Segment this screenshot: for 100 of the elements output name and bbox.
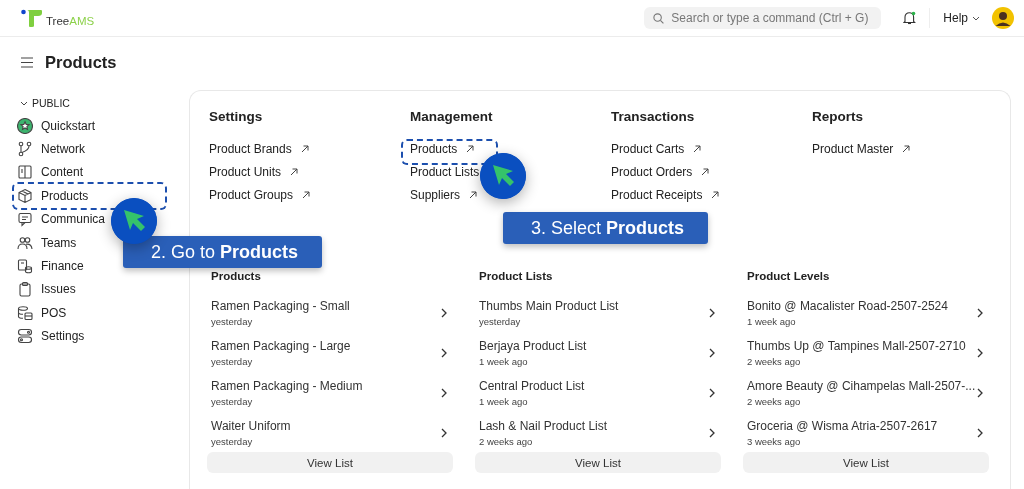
chat-icon (17, 211, 33, 228)
list-heading: Product Lists (479, 270, 554, 282)
menu-link[interactable]: Product Receipts (611, 187, 703, 202)
chevron-right-icon (709, 348, 715, 358)
cursor-pointer-icon (111, 198, 157, 244)
external-link-icon (469, 190, 478, 199)
list-heading: Product Levels (747, 270, 831, 282)
chevron-right-icon (977, 388, 983, 398)
list-item[interactable]: Amore Beauty @ Cihampelas Mall-2507-... 2 weeks ago (743, 373, 989, 413)
people-icon (17, 234, 33, 251)
sidebar-item[interactable]: Settings (41, 329, 85, 344)
list-item[interactable]: Ramen Packaging - Small yesterday (207, 293, 453, 333)
list-item[interactable]: Ramen Packaging - Large yesterday (207, 333, 453, 373)
item-time: yesterday (211, 316, 254, 327)
item-time: yesterday (211, 436, 254, 447)
item-time: yesterday (211, 356, 254, 367)
chevron-right-icon (709, 428, 715, 438)
menu-link[interactable]: Product Orders (611, 164, 693, 179)
view-list-button[interactable]: View List (743, 452, 989, 473)
item-name: Thumbs Main Product List (479, 299, 620, 313)
chevron-right-icon (441, 308, 447, 318)
menu-link[interactable]: Products (410, 141, 458, 156)
chevron-right-icon (709, 388, 715, 398)
external-link-icon (302, 190, 311, 199)
sidebar-item[interactable]: Teams (41, 235, 77, 250)
box-icon (17, 187, 33, 204)
external-link-icon (290, 167, 299, 176)
sidebar-item[interactable]: Network (41, 142, 85, 157)
menu-link[interactable]: Product Carts (611, 141, 685, 156)
list-item[interactable]: Ramen Packaging - Medium yesterday (207, 373, 453, 413)
clipboard-icon (17, 281, 33, 298)
search-field[interactable]: Search or type a command (Ctrl + G) (644, 7, 882, 29)
item-name: Bonito @ Macalister Road-2507-2524 (747, 299, 949, 313)
page-title: Products (45, 52, 117, 72)
menu-icon[interactable] (21, 56, 33, 68)
star-badge-icon (17, 117, 33, 134)
external-link-icon (711, 190, 720, 199)
view-list-button[interactable]: View List (475, 452, 721, 473)
finance-icon (17, 258, 33, 275)
item-name: Lash & Nail Product List (479, 419, 609, 433)
section-heading: Management (410, 109, 494, 124)
sidebar-item[interactable]: Communica (41, 212, 106, 227)
notification-bell-icon[interactable] (903, 11, 917, 25)
section-heading: Settings (209, 109, 264, 124)
list-item[interactable]: Central Product List 1 week ago (475, 373, 721, 413)
item-name: Waiter Uniform (211, 419, 292, 433)
item-name: Thumbs Up @ Tampines Mall-2507-2710 (747, 339, 967, 353)
list-item[interactable]: Waiter Uniform yesterday (207, 413, 453, 453)
item-name: Ramen Packaging - Small (211, 299, 351, 313)
item-name: Ramen Packaging - Medium (211, 379, 364, 393)
sidebar-item[interactable]: Products (41, 188, 89, 203)
sidebar-item[interactable]: Quickstart (41, 118, 95, 133)
list-item[interactable]: Bonito @ Macalister Road-2507-2524 1 week ago (743, 293, 989, 333)
branch-icon (17, 141, 33, 158)
step-callout: 3. Select Products (503, 212, 709, 244)
list-item[interactable]: Thumbs Up @ Tampines Mall-2507-2710 2 weeks ago (743, 333, 989, 373)
list-item[interactable]: Thumbs Main Product List yesterday (475, 293, 721, 333)
user-avatar[interactable] (992, 7, 1014, 29)
menu-link[interactable]: Product Groups (209, 187, 294, 202)
step-callout: 2. Go to Products (123, 236, 323, 268)
item-name: Central Product List (479, 379, 586, 393)
sidebar-item[interactable]: Issues (41, 282, 76, 297)
list-item[interactable]: Berjaya Product List 1 week ago (475, 333, 721, 373)
search-icon (653, 12, 665, 24)
item-time: 2 weeks ago (747, 356, 802, 367)
item-time: 1 week ago (479, 396, 529, 407)
list-item[interactable]: Lash & Nail Product List 2 weeks ago (475, 413, 721, 453)
item-name: Amore Beauty @ Cihampelas Mall-2507-... (747, 379, 977, 393)
sidebar-item[interactable]: POS (41, 305, 67, 320)
chevron-down-icon (972, 15, 980, 21)
menu-link[interactable]: Product Brands (209, 141, 292, 156)
toggles-icon (17, 328, 33, 345)
sidebar-item[interactable]: Finance (41, 259, 84, 274)
chevron-right-icon (977, 348, 983, 358)
section-toggle[interactable]: PUBLIC (20, 97, 70, 109)
view-list-button[interactable]: View List (207, 452, 453, 473)
chevron-right-icon (441, 428, 447, 438)
item-time: yesterday (479, 316, 522, 327)
menu-link[interactable]: Suppliers (410, 187, 461, 202)
external-link-icon (693, 144, 702, 153)
list-item[interactable]: Groceria @ Wisma Atria-2507-2617 3 weeks ago (743, 413, 989, 453)
item-time: 2 weeks ago (479, 436, 534, 447)
chevron-right-icon (441, 388, 447, 398)
help-menu[interactable]: Help (943, 11, 980, 25)
item-time: 1 week ago (479, 356, 529, 367)
tree-ams-logo[interactable]: TreeAMS (21, 8, 95, 28)
item-time: 1 week ago (747, 316, 797, 327)
menu-link[interactable]: Product Lists (410, 164, 480, 179)
menu-link[interactable]: Product Master (812, 141, 894, 156)
database-icon (17, 304, 33, 321)
external-link-icon (701, 167, 710, 176)
sidebar-item[interactable]: Content (41, 165, 84, 180)
item-name: Ramen Packaging - Large (211, 339, 352, 353)
chevron-right-icon (977, 428, 983, 438)
item-time: 3 weeks ago (747, 436, 802, 447)
external-link-icon (466, 144, 475, 153)
menu-link[interactable]: Product Units (209, 164, 282, 179)
logo-text: TreeAMS (46, 14, 95, 28)
item-time: 2 weeks ago (747, 396, 802, 407)
section-heading: Reports (812, 109, 864, 124)
